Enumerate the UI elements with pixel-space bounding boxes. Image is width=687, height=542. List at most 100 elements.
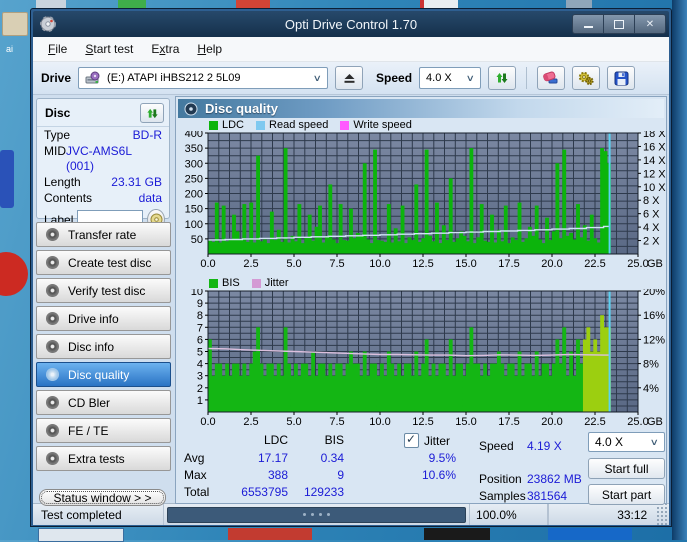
stats-col-bis: BIS xyxy=(324,433,344,447)
panel-header: Disc quality xyxy=(178,99,664,118)
desktop-icon-fragment xyxy=(566,0,592,8)
jitter-checkbox[interactable] xyxy=(404,432,419,448)
disc-quality-panel: Disc quality LDC Read speed Write speed 40… xyxy=(175,96,667,505)
disc-icon xyxy=(46,228,59,241)
legend-write-speed: Write speed xyxy=(340,119,412,131)
disc-icon xyxy=(46,368,59,381)
settings-button[interactable] xyxy=(572,66,601,90)
svg-text:400: 400 xyxy=(185,131,203,140)
svg-text:2.5: 2.5 xyxy=(243,258,258,270)
title-bar[interactable]: Opti Drive Control 1.70 ✕ xyxy=(33,11,669,37)
sidebar-button-create-test-disc[interactable]: Create test disc xyxy=(36,250,171,275)
desktop-edge-band xyxy=(672,0,687,540)
svg-text:8%: 8% xyxy=(643,359,659,371)
refresh-speed-button[interactable] xyxy=(488,66,517,90)
chevron-down-icon: ∨ xyxy=(313,72,323,83)
sidebar-button-drive-info[interactable]: Drive info xyxy=(36,306,171,331)
resize-grip[interactable] xyxy=(655,504,669,525)
desktop-icon-fragment xyxy=(36,0,66,8)
svg-text:10.0: 10.0 xyxy=(369,258,390,270)
panel-title: Disc quality xyxy=(205,101,278,116)
svg-text:300: 300 xyxy=(185,158,203,170)
drive-select[interactable]: (E:) ATAPI iHBS212 2 5L09 ∨ xyxy=(78,67,329,89)
desktop-icon-fragment xyxy=(424,528,490,540)
svg-text:150: 150 xyxy=(185,204,203,216)
start-part-button[interactable]: Start part xyxy=(588,484,665,505)
close-button[interactable]: ✕ xyxy=(634,14,666,34)
menu-item-extra[interactable]: Extra xyxy=(142,39,188,59)
sidebar-button-cd-bler[interactable]: CD Bler xyxy=(36,390,171,415)
menu-item-file[interactable]: File xyxy=(39,39,76,59)
save-button[interactable] xyxy=(607,66,636,90)
info-label-samples: Samples xyxy=(479,489,526,503)
svg-text:16%: 16% xyxy=(643,310,665,322)
disc-field-contents: Contents data xyxy=(44,191,162,205)
sidebar-buttons: Transfer rate Create test disc Verify test… xyxy=(33,222,173,474)
elapsed-time: 33:12 xyxy=(547,504,655,525)
sidebar-button-fe-te[interactable]: FE / TE xyxy=(36,418,171,443)
desktop-icon-fragment xyxy=(228,528,312,540)
sidebar-button-verify-test-disc[interactable]: Verify test disc xyxy=(36,278,171,303)
menu-item-start-test[interactable]: Start test xyxy=(76,39,142,59)
desktop-icon-fragment xyxy=(2,12,28,36)
minimize-button[interactable] xyxy=(572,14,604,34)
sidebar-button-disc-quality[interactable]: Disc quality xyxy=(36,362,171,387)
stats-avg-jitter: 9.5% xyxy=(428,451,456,465)
app-window: Opti Drive Control 1.70 ✕ File Start test… xyxy=(30,8,672,527)
desktop-icon-fragment xyxy=(236,0,270,8)
menu-item-help[interactable]: Help xyxy=(188,39,231,59)
disc-icon xyxy=(46,256,59,269)
sidebar-button-transfer-rate[interactable]: Transfer rate xyxy=(36,222,171,247)
svg-text:12%: 12% xyxy=(643,334,665,346)
quality-chart-legend: LDC Read speed Write speed xyxy=(209,119,412,131)
erase-disc-button[interactable] xyxy=(537,66,566,90)
drive-icon xyxy=(85,71,100,84)
svg-text:250: 250 xyxy=(185,173,203,185)
sidebar-button-disc-info[interactable]: Disc info xyxy=(36,334,171,359)
legend-bis: BIS xyxy=(209,277,240,289)
progress-bar xyxy=(166,506,467,523)
svg-text:6: 6 xyxy=(197,334,203,346)
svg-text:20%: 20% xyxy=(643,289,665,298)
svg-text:7: 7 xyxy=(197,322,203,334)
desktop-icon-fragment xyxy=(118,0,146,8)
disc-quality-icon xyxy=(184,102,198,115)
speed-select[interactable]: 4.0 X ∨ xyxy=(419,67,482,89)
refresh-disc-button[interactable] xyxy=(140,103,164,123)
start-full-button[interactable]: Start full xyxy=(588,458,665,479)
main-area: Disc Type BD-R MID JVC-AMS6L (001) Length 23.… xyxy=(33,95,669,506)
svg-text:25.0: 25.0 xyxy=(627,258,648,270)
svg-text:16 X: 16 X xyxy=(643,141,666,153)
svg-text:22.5: 22.5 xyxy=(584,258,605,270)
maximize-button[interactable] xyxy=(603,14,635,34)
svg-text:8: 8 xyxy=(197,310,203,322)
svg-text:0.0: 0.0 xyxy=(200,416,215,428)
desktop-icon-fragment xyxy=(0,252,28,296)
svg-text:5.0: 5.0 xyxy=(286,416,301,428)
gears-icon xyxy=(578,71,594,86)
refresh-icon xyxy=(146,108,158,118)
progress-percent: 100.0% xyxy=(470,504,548,525)
stats-max-bis: 9 xyxy=(337,468,344,482)
svg-text:6 X: 6 X xyxy=(643,209,660,221)
sidebar-button-extra-tests[interactable]: Extra tests xyxy=(36,446,171,471)
legend-read-speed: Read speed xyxy=(256,119,328,131)
svg-text:12 X: 12 X xyxy=(643,168,666,180)
svg-text:350: 350 xyxy=(185,143,203,155)
eject-button[interactable] xyxy=(335,66,364,90)
desktop-icon-fragment xyxy=(420,0,458,8)
info-value-position: 23862 MB xyxy=(527,472,582,486)
svg-text:20.0: 20.0 xyxy=(541,416,562,428)
drive-label: Drive xyxy=(41,71,72,85)
disc-icon xyxy=(46,312,59,325)
stats-total-bis: 129233 xyxy=(303,485,344,499)
close-icon: ✕ xyxy=(645,18,655,30)
svg-text:10 X: 10 X xyxy=(643,182,666,194)
disc-icon xyxy=(46,340,59,353)
status-window-button[interactable]: Status window > > xyxy=(39,489,166,506)
menu-bar: File Start test Extra Help xyxy=(33,37,669,62)
svg-text:15.0: 15.0 xyxy=(455,416,476,428)
quality-speed-select[interactable]: 4.0 X ∨ xyxy=(588,432,665,452)
svg-text:3: 3 xyxy=(197,371,203,383)
quality-chart: 400 350 300 250 200 150 100 50 18 X16 X 14 X12 X 1… xyxy=(185,131,666,270)
